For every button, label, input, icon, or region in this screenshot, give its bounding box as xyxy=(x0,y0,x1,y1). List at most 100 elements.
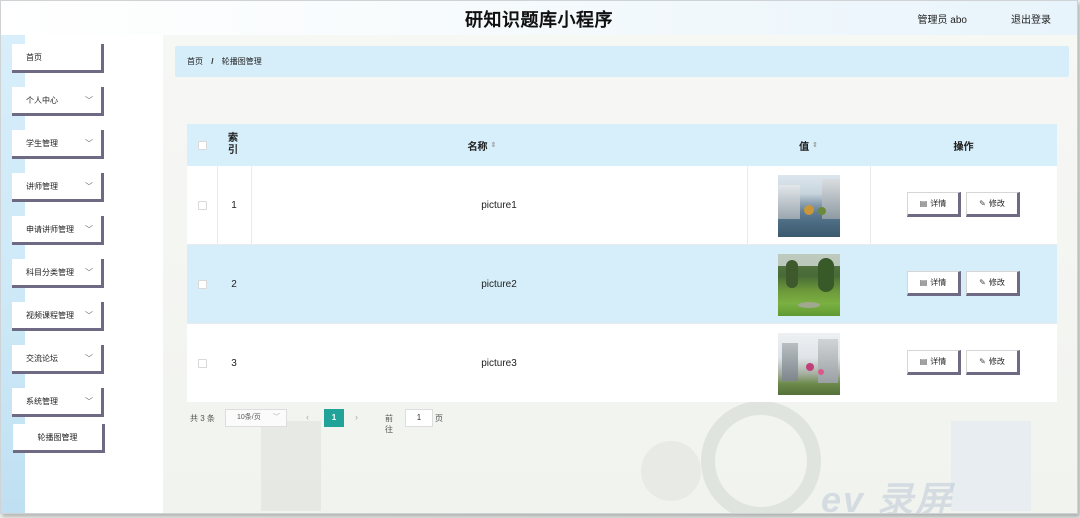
sidebar-item-label: 轮播图管理 xyxy=(37,433,78,442)
document-icon: ▤ xyxy=(919,278,928,287)
sidebar-item-students[interactable]: 学生管理 ﹀ xyxy=(12,130,104,159)
pencil-icon: ✎ xyxy=(979,199,986,208)
table-row: 2 picture2 ▤ 详情 ✎ 修改 xyxy=(187,245,1057,324)
app-window: ev 录屏 研知识题库小程序 管理员 abo 退出登录 首页 个人中心 ﹀ 学生… xyxy=(0,0,1078,514)
sidebar-subitem-carousel[interactable]: 轮播图管理 xyxy=(13,424,105,453)
sidebar-item-forum[interactable]: 交流论坛 ﹀ xyxy=(12,345,104,374)
total-count: 共 3 条 xyxy=(190,414,215,423)
page-number-button[interactable]: 1 xyxy=(324,409,344,427)
sidebar-item-label: 申请讲师管理 xyxy=(26,225,74,234)
sidebar-item-system[interactable]: 系统管理 ﹀ xyxy=(12,388,104,417)
background-decoration xyxy=(951,421,1031,511)
row-checkbox[interactable] xyxy=(198,201,207,210)
carousel-image-thumbnail[interactable] xyxy=(777,332,840,395)
row-checkbox[interactable] xyxy=(198,359,207,368)
header-actions: 操作 xyxy=(953,141,974,153)
header-value[interactable]: 值 ⇕ xyxy=(747,124,870,166)
next-page-button[interactable]: › xyxy=(355,412,358,422)
row-name: picture1 xyxy=(481,200,517,211)
breadcrumb-current: 轮播图管理 xyxy=(221,57,262,66)
sidebar-item-label: 交流论坛 xyxy=(26,354,58,363)
sidebar-item-subject-categories[interactable]: 科目分类管理 ﹀ xyxy=(12,259,104,288)
row-value xyxy=(747,245,870,324)
image-detail xyxy=(817,257,834,292)
row-index: 2 xyxy=(231,279,237,290)
image-detail xyxy=(781,342,798,381)
app-title: 研知识题库小程序 xyxy=(465,10,613,30)
image-detail xyxy=(817,206,826,215)
image-detail xyxy=(777,184,800,219)
goto-page-input[interactable]: 1 xyxy=(405,409,433,427)
chevron-down-icon: ﹀ xyxy=(85,354,93,363)
sort-icon: ⇕ xyxy=(812,142,818,149)
image-detail xyxy=(803,204,814,215)
top-header: 研知识题库小程序 管理员 abo 退出登录 xyxy=(1,1,1077,35)
goto-label: 前往 xyxy=(385,414,393,434)
sidebar-item-home[interactable]: 首页 xyxy=(12,44,104,73)
chevron-down-icon: ﹀ xyxy=(273,414,280,421)
chevron-down-icon: ﹀ xyxy=(85,225,93,234)
column-divider xyxy=(870,166,871,245)
chevron-down-icon: ﹀ xyxy=(85,311,93,320)
row-value xyxy=(747,166,870,245)
sidebar-item-label: 系统管理 xyxy=(26,397,58,406)
carousel-table: 索引 名称 ⇕ 值 ⇕ 操作 1 picture1 ▤ 详情 ✎ 修改 2 pi… xyxy=(187,124,1057,402)
row-checkbox[interactable] xyxy=(198,280,207,289)
select-all-checkbox[interactable] xyxy=(198,141,207,150)
carousel-image-thumbnail[interactable] xyxy=(777,174,840,237)
watermark-logo: ev 录屏 xyxy=(821,479,954,514)
table-header: 索引 名称 ⇕ 值 ⇕ 操作 xyxy=(187,124,1057,166)
table-row: 1 picture1 ▤ 详情 ✎ 修改 xyxy=(187,166,1057,245)
detail-button[interactable]: ▤ 详情 xyxy=(907,350,961,375)
pencil-icon: ✎ xyxy=(979,278,986,287)
document-icon: ▤ xyxy=(919,199,928,208)
pencil-icon: ✎ xyxy=(979,357,986,366)
chevron-down-icon: ﹀ xyxy=(85,139,93,148)
sidebar-item-label: 科目分类管理 xyxy=(26,268,74,277)
table-row: 3 picture3 ▤ 详情 ✎ 修改 xyxy=(187,324,1057,403)
chevron-down-icon: ﹀ xyxy=(85,182,93,191)
breadcrumb-separator: / xyxy=(211,57,214,66)
row-index: 3 xyxy=(231,358,237,369)
chevron-down-icon: ﹀ xyxy=(85,96,93,105)
row-index: 1 xyxy=(231,200,237,211)
sidebar-item-label: 视频课程管理 xyxy=(26,311,74,320)
sidebar-item-label: 讲师管理 xyxy=(26,182,58,191)
background-decoration xyxy=(701,401,821,513)
chevron-down-icon: ﹀ xyxy=(85,268,93,277)
page-size-select[interactable]: 10条/页 ﹀ xyxy=(225,409,287,427)
page-size-value: 10条/页 xyxy=(237,414,261,421)
header-name[interactable]: 名称 ⇕ xyxy=(217,124,747,166)
edit-button[interactable]: ✎ 修改 xyxy=(966,271,1020,296)
detail-button[interactable]: ▤ 详情 xyxy=(907,271,961,296)
breadcrumb: 首页 / 轮播图管理 xyxy=(175,46,1069,77)
current-user: 管理员 abo xyxy=(917,15,967,26)
image-detail xyxy=(785,259,798,288)
sidebar-item-teachers[interactable]: 讲师管理 ﹀ xyxy=(12,173,104,202)
sidebar-item-video-courses[interactable]: 视频课程管理 ﹀ xyxy=(12,302,104,331)
image-detail xyxy=(817,368,824,375)
row-name: picture3 xyxy=(481,358,517,369)
prev-page-button[interactable]: ‹ xyxy=(306,412,309,422)
background-decoration xyxy=(261,421,321,511)
row-name: picture2 xyxy=(481,279,517,290)
sort-icon: ⇕ xyxy=(490,142,497,149)
chevron-down-icon: ﹀ xyxy=(85,397,93,406)
image-detail xyxy=(797,301,820,308)
image-detail xyxy=(817,338,838,383)
sidebar-item-label: 首页 xyxy=(26,53,42,62)
logout-button[interactable]: 退出登录 xyxy=(1011,11,1051,26)
sidebar-item-label: 个人中心 xyxy=(26,96,58,105)
sidebar-item-personal-center[interactable]: 个人中心 ﹀ xyxy=(12,87,104,116)
breadcrumb-home[interactable]: 首页 xyxy=(187,57,203,66)
sidebar: 首页 个人中心 ﹀ 学生管理 ﹀ 讲师管理 ﹀ 申请讲师管理 ﹀ 科目分类管理 … xyxy=(12,35,163,513)
edit-button[interactable]: ✎ 修改 xyxy=(966,350,1020,375)
background-decoration xyxy=(641,441,701,501)
edit-button[interactable]: ✎ 修改 xyxy=(966,192,1020,217)
detail-button[interactable]: ▤ 详情 xyxy=(907,192,961,217)
row-value xyxy=(747,324,870,403)
sidebar-item-teacher-applications[interactable]: 申请讲师管理 ﹀ xyxy=(12,216,104,245)
carousel-image-thumbnail[interactable] xyxy=(777,253,840,316)
sidebar-item-label: 学生管理 xyxy=(26,139,58,148)
image-detail xyxy=(805,362,814,371)
